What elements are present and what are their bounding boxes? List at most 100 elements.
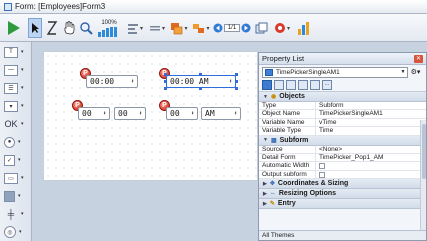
property-list-scrollbar[interactable] [420,120,426,230]
selection-handle[interactable] [164,80,167,83]
selection-handle[interactable] [235,87,238,90]
scrollbar-thumb[interactable] [422,124,426,179]
page-navigator[interactable]: 1/1 [213,18,251,38]
object-selector-dropdown[interactable]: TimePickerSingleAM1 ▼ [262,66,408,78]
zoom-level-control[interactable]: 100% [96,18,122,38]
section-coordinates-sizing[interactable]: ▶ ✥ Coordinates & Sizing [259,179,426,190]
property-value[interactable]: <None> [316,146,426,153]
layout-icon[interactable] [298,80,308,90]
palette-dropdown-icon: ▾ [21,85,24,91]
theme-footer[interactable]: All Themes [259,230,426,240]
property-key: Source [259,145,316,153]
radio-button-icon: ● [4,136,15,148]
property-row[interactable]: Automatic Width [259,162,426,171]
property-row[interactable]: Type Subform [259,102,426,111]
run-form-button[interactable] [4,18,24,38]
property-key: Type [259,102,316,110]
selection-handle[interactable] [199,73,202,76]
select-tool-button[interactable] [28,18,42,38]
selected-object-name: TimePickerSingleAM1 [276,68,340,76]
ampm-picker[interactable]: AM ⬍ [201,107,241,120]
time-picker-simple[interactable]: 00:00 ⬍ [86,75,138,88]
selection-handle[interactable] [164,73,167,76]
property-row[interactable]: Object Name TimePickerSingleAM1 [259,110,426,119]
section-resizing-options[interactable]: ▶ ⇔ Resizing Options [259,189,426,200]
tab-control-icon: ▭ [4,172,18,184]
gear-icon[interactable]: ⚙▾ [408,68,423,76]
hand-tool-button[interactable] [62,18,76,38]
time-value: 00:00 AM [170,77,209,86]
property-value[interactable]: vTime [316,119,426,126]
property-value[interactable]: Subform [316,102,426,109]
property-value[interactable]: TimePicker_Pop1_AM [316,154,426,161]
zoom-tool-button[interactable] [79,18,93,38]
property-row[interactable]: Detail Form TimePicker_Pop1_AM [259,153,426,163]
selection-handle[interactable] [164,87,167,90]
hours-value: 00 [170,109,180,118]
hours-picker-am[interactable]: 00 ⬍ [166,107,198,120]
sort-icon[interactable] [286,80,296,90]
checkbox-icon: ✓ [4,154,15,166]
object-selector-row: TimePickerSingleAM1 ▼ ⚙▾ [259,65,426,79]
property-value[interactable]: TimePickerSingleAM1 [316,110,426,117]
section-subform[interactable]: ▼ ▦ Subform [259,135,426,146]
section-objects[interactable]: ▼ ◉ Objects [259,92,426,102]
view-icon [255,22,268,33]
grid-view-icon[interactable] [274,80,284,90]
palette-rectangle-tool[interactable]: ▾ [4,189,30,203]
palette-splitter-tool[interactable]: ╪ ▾ [4,207,30,221]
more-icon[interactable]: ··· [322,80,332,90]
palette-checkbox-tool[interactable]: ✓ ▾ [4,153,30,167]
minutes-value: 00 [118,109,128,118]
objects-library-button[interactable]: ▾ [272,18,292,38]
selection-handle[interactable] [235,73,238,76]
palette-web-area-tool[interactable]: ◎ ▾ [4,225,30,239]
property-row[interactable]: Source <None> [259,145,426,154]
section-entry[interactable]: ▶ ✎ Entry [259,199,426,210]
objects-section-icon: ◉ [270,94,277,100]
chevron-down-icon: ▼ [400,69,406,75]
property-row[interactable]: Output subform [259,170,426,180]
palette-tab-tool[interactable]: ▭ ▾ [4,171,30,185]
preview-icon[interactable] [310,80,320,90]
checkbox[interactable] [319,163,325,170]
palette-button-tool[interactable]: OK ▾ [4,117,30,131]
entry-order-button[interactable] [45,18,59,38]
form-page[interactable]: P 00:00 ⬍ P 00:00 AM ⬍ P 00 ⬍ 00 ⬍ P 00 [43,51,258,181]
property-value[interactable]: Time [316,127,426,134]
align-button[interactable]: ▾ [125,18,145,38]
property-value-checkbox[interactable] [316,171,426,178]
list-view-icon[interactable] [262,80,272,90]
level-button[interactable]: ▾ [169,18,189,38]
palette-listbox-tool[interactable]: ☰ ▾ [4,81,30,95]
selection-handle[interactable] [235,80,238,83]
hours-picker[interactable]: 00 ⬍ [78,107,110,120]
property-row[interactable]: Variable Name vTime [259,118,426,128]
palette-radio-tool[interactable]: ● ▾ [4,135,30,149]
arrow-cursor-icon [31,23,39,33]
group-button[interactable]: ▾ [191,18,211,38]
palette-field-tool[interactable]: — ▾ [4,63,30,77]
spinner-icon[interactable]: ⬍ [136,110,145,117]
palette-dropdown-tool[interactable]: ▾ ▾ [4,99,30,113]
checkbox[interactable] [319,171,325,178]
spinner-icon[interactable]: ⬍ [231,110,240,117]
spinner-icon[interactable]: ⬍ [100,110,109,117]
spinner-icon[interactable]: ⬍ [188,110,197,117]
distribute-button[interactable]: ▾ [147,18,167,38]
property-row[interactable]: Variable Type Time [259,127,426,136]
spinner-icon[interactable]: ⬍ [128,78,137,85]
palette-text-tool[interactable]: T ▾ [4,45,30,59]
globe-icon: ◎ [4,226,16,238]
palette-dropdown-icon: ▾ [21,211,24,217]
close-icon[interactable]: ✕ [414,54,423,63]
minutes-picker[interactable]: 00 ⬍ [114,107,146,120]
form-properties-button[interactable] [296,18,311,38]
object-palette: T ▾ — ▾ ☰ ▾ ▾ ▾ OK ▾ ● ▾ ✓ ▾ ▭ ▾ ▾ ╪ ▾ ◎ ▾ [0,42,32,241]
spinner-icon[interactable]: ⬍ [226,78,235,85]
level-dropdown-icon: ▾ [184,25,188,32]
hand-icon [63,21,74,35]
selection-handle[interactable] [199,87,202,90]
property-value-checkbox[interactable] [316,162,426,170]
view-button[interactable] [254,18,269,38]
